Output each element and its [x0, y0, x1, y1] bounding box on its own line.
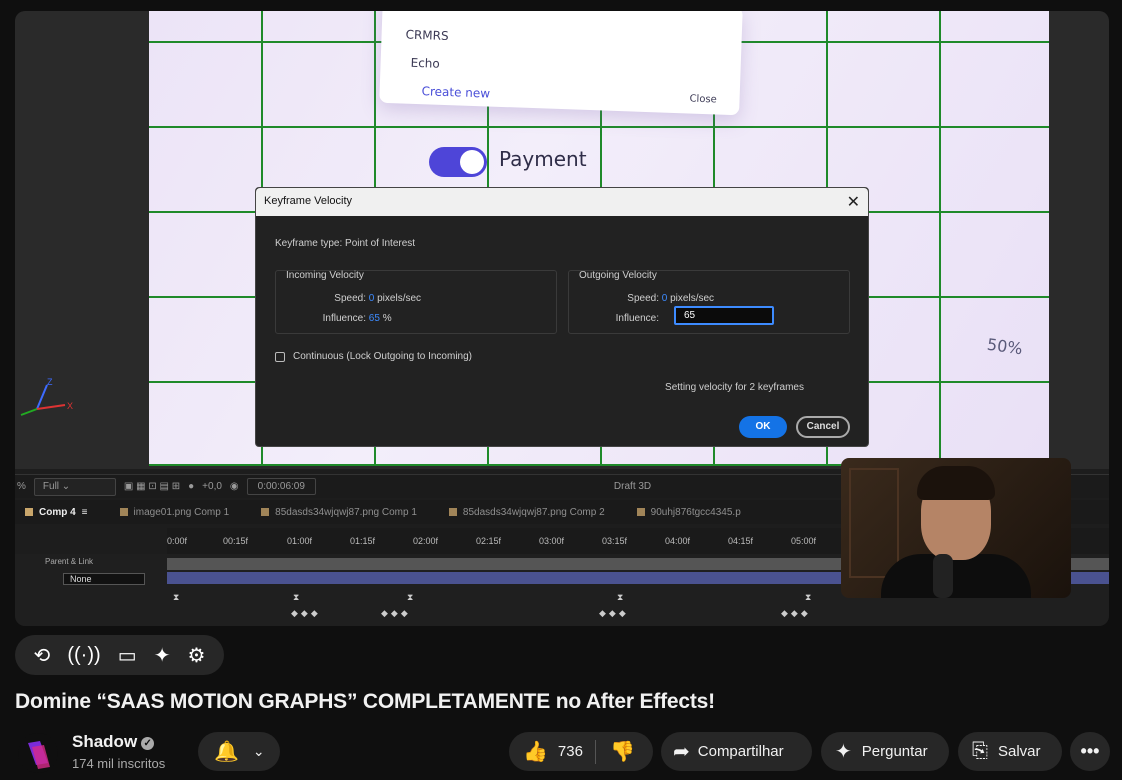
bookmark-icon: ⎘ [972, 740, 988, 762]
tab-85dasds-comp-2[interactable]: 85dasds34wjqwj87.png Comp 2 [439, 507, 627, 518]
camera-icon[interactable]: ◉ [230, 481, 239, 492]
continuous-checkbox[interactable]: Continuous (Lock Outgoing to Incoming) [275, 351, 472, 362]
ok-button[interactable]: OK [739, 416, 787, 438]
zoom-level[interactable]: % [17, 481, 26, 492]
settings-icon[interactable]: ⚙ [188, 643, 206, 668]
viewer-tools-icon[interactable]: ▣ ▦ ⊡ ▤ ⊞ [124, 481, 180, 492]
payment-toggle [429, 147, 487, 177]
more-icon: ••• [1080, 741, 1100, 761]
keyframe-icon[interactable]: ◆◆◆ [291, 608, 321, 619]
miniplayer-icon[interactable]: ✦ [154, 643, 171, 668]
save-button[interactable]: ⎘ Salvar [958, 732, 1062, 771]
more-actions-button[interactable]: ••• [1070, 732, 1110, 771]
ae-composition-viewer: CRMRS Echo Create new Close Payment 50% … [15, 11, 1109, 469]
notifications-button[interactable]: 🔔 ⌄ [198, 732, 280, 771]
loop-icon[interactable]: ⟲ [34, 643, 51, 668]
cancel-button[interactable]: Cancel [796, 416, 850, 438]
channel-avatar[interactable] [18, 733, 58, 773]
save-label: Salvar [998, 743, 1041, 760]
color-icon[interactable]: ● [188, 481, 194, 492]
like-button[interactable]: 👍 736 [509, 739, 595, 764]
tab-90uhj[interactable]: 90uhj876tgcc4345.p [627, 507, 763, 518]
like-dislike-group: 👍 736 👎 [509, 732, 653, 771]
keyframe-icon[interactable]: ⧗ [293, 592, 302, 603]
keyframe-icon[interactable]: ⧗ [617, 592, 626, 603]
ask-button[interactable]: ✦ Perguntar [821, 732, 949, 771]
verified-icon: ✓ [141, 737, 155, 750]
bell-icon: 🔔 [214, 741, 239, 763]
incoming-speed-value[interactable]: 0 [369, 293, 375, 304]
payment-label: Payment [499, 147, 587, 171]
chevron-down-icon: ⌄ [252, 743, 265, 759]
keyframe-icon[interactable]: ⧗ [407, 592, 416, 603]
axis-gizmo-icon: Z X [17, 375, 77, 419]
player-controls: ⟲ ((·)) ▭ ✦ ⚙ [15, 635, 224, 675]
influence-unit: % [382, 313, 392, 324]
incoming-velocity-group: Incoming Velocity Speed: 0 pixels/sec In… [275, 270, 557, 334]
renderer-label[interactable]: Draft 3D [614, 481, 651, 492]
menu-item-echo: Echo [410, 55, 441, 71]
like-count: 736 [557, 743, 583, 760]
tab-85dasds-comp-1[interactable]: 85dasds34wjqwj87.png Comp 1 [251, 507, 439, 518]
influence-label: Influence: [322, 313, 366, 324]
thumbs-down-icon: 👎 [610, 741, 635, 763]
menu-item-close: Close [689, 93, 717, 106]
tab-image01[interactable]: image01.png Comp 1 [110, 507, 252, 518]
speed-unit: pixels/sec [670, 293, 715, 304]
timecode[interactable]: 0:00:06:09 [246, 478, 316, 495]
continuous-label: Continuous (Lock Outgoing to Incoming) [293, 351, 472, 362]
outgoing-speed-value[interactable]: 0 [662, 293, 668, 304]
parent-link-label: Parent & Link [45, 557, 94, 566]
dialog-titlebar: Keyframe Velocity ✕ [256, 188, 868, 216]
share-label: Compartilhar [697, 743, 784, 760]
outgoing-velocity-title: Outgoing Velocity [579, 270, 657, 281]
incoming-velocity-title: Incoming Velocity [286, 270, 364, 281]
thumbs-up-icon: 👍 [523, 741, 548, 763]
speed-label: Speed: [334, 293, 366, 304]
exposure-value[interactable]: +0,0 [202, 481, 222, 492]
checkbox-icon[interactable] [275, 351, 285, 362]
video-player[interactable]: CRMRS Echo Create new Close Payment 50% … [15, 11, 1109, 626]
webcam-overlay [841, 458, 1071, 598]
share-button[interactable]: ➦ Compartilhar [661, 732, 812, 771]
speed-unit: pixels/sec [377, 293, 422, 304]
subscriber-count: 174 mil inscritos [72, 756, 166, 771]
tab-comp-4[interactable]: Comp 4 ≡ [15, 507, 110, 518]
keyframe-icon[interactable]: ◆◆◆ [599, 608, 629, 619]
svg-text:X: X [67, 401, 73, 411]
ask-label: Perguntar [861, 743, 928, 760]
video-frame: CRMRS Echo Create new Close Payment 50% … [15, 11, 1109, 626]
share-icon: ➦ [673, 741, 690, 763]
keyframe-icon[interactable]: ◆◆◆ [381, 608, 411, 619]
keyframe-icon[interactable]: ⧗ [805, 592, 814, 603]
menu-item-crmrs: CRMRS [405, 27, 449, 44]
keyframe-type-label: Keyframe type: Point of Interest [275, 238, 416, 249]
resolution-select[interactable]: Full ⌄ [33, 477, 116, 496]
microphone-icon [933, 554, 953, 598]
keyframe-icon[interactable]: ◆◆◆ [781, 608, 811, 619]
influence-label: Influence: [615, 313, 659, 324]
ambient-icon[interactable]: ▭ [118, 643, 137, 668]
channel-name[interactable]: Shadow ✓ [72, 732, 155, 752]
svg-text:Z: Z [47, 377, 53, 387]
dialog-title: Keyframe Velocity [264, 195, 353, 207]
keyframe-icon[interactable]: ⧗ [173, 592, 182, 603]
close-icon[interactable]: ✕ [847, 192, 860, 212]
menu-card: CRMRS Echo Create new Close [379, 11, 743, 116]
menu-item-create-new: Create new [421, 84, 491, 101]
video-title: Domine “SAAS MOTION GRAPHS” COMPLETAMENT… [15, 690, 715, 713]
speed-label: Speed: [627, 293, 659, 304]
stable-volume-icon[interactable]: ((·)) [67, 644, 100, 667]
dislike-button[interactable]: 👎 [596, 739, 635, 764]
parent-select[interactable]: None [63, 573, 145, 585]
outgoing-influence-input[interactable]: 65 [674, 306, 774, 325]
keyframe-velocity-dialog: Keyframe Velocity ✕ Keyframe type: Point… [255, 187, 869, 447]
status-text: Setting velocity for 2 keyframes [665, 382, 804, 393]
sparkle-icon: ✦ [835, 741, 852, 763]
incoming-influence-value[interactable]: 65 [369, 313, 380, 324]
